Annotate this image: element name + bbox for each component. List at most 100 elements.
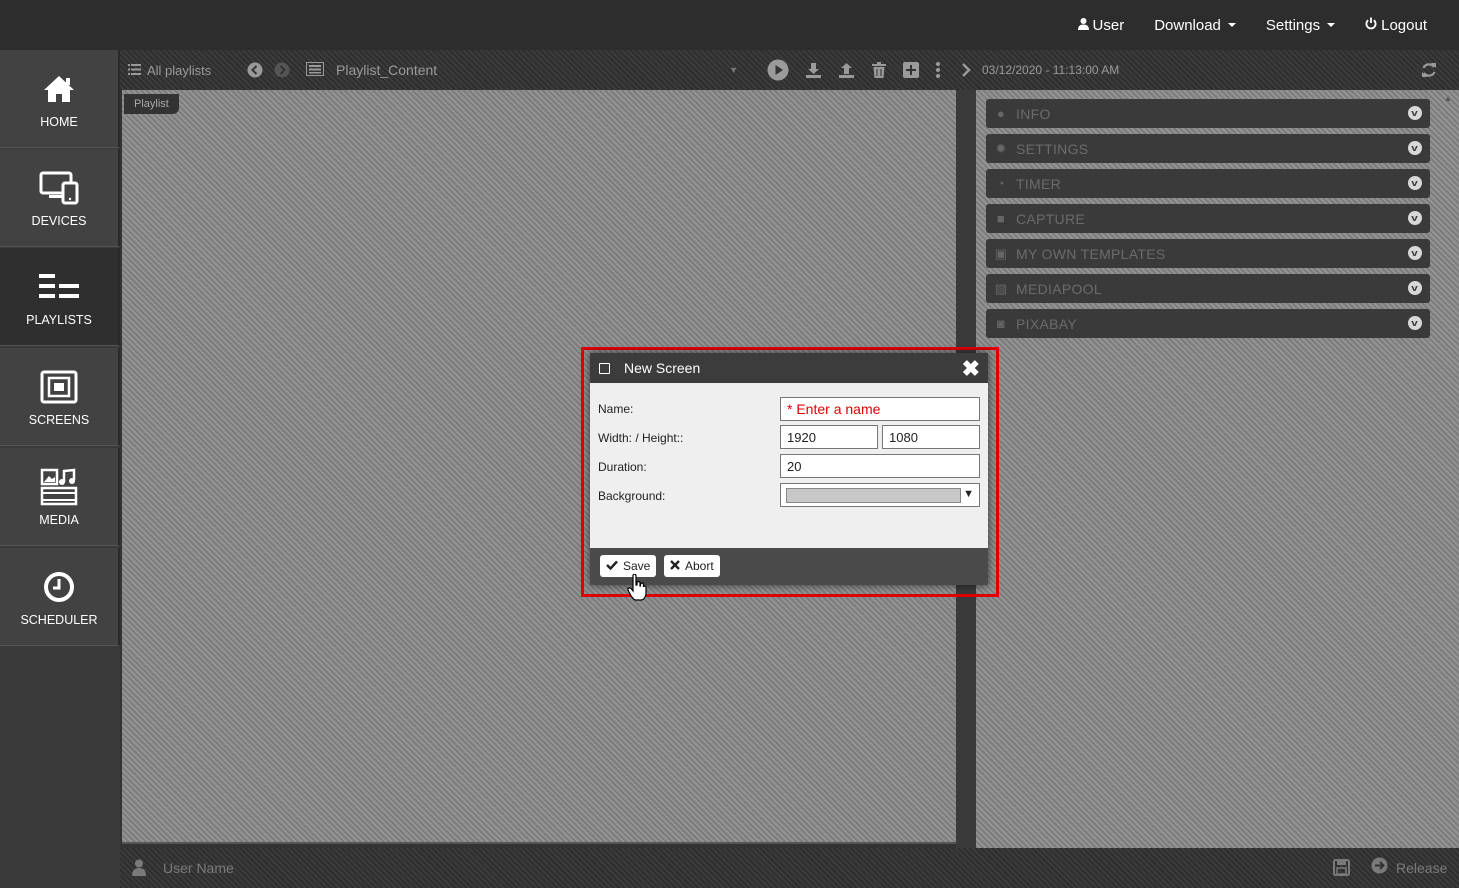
save-label: Save (623, 559, 651, 573)
sidebar-item-label: HOME (40, 114, 78, 129)
logout-button[interactable]: Logout (1365, 17, 1427, 34)
timer-icon: ◔ (996, 176, 1006, 191)
top-bar: User Download Settings Logout (0, 0, 1459, 50)
abort-label: Abort (685, 559, 714, 573)
sidebar-item-devices[interactable]: DEVICES (0, 149, 120, 247)
upload-icon[interactable] (837, 61, 855, 79)
play-icon[interactable] (766, 58, 790, 82)
media-icon (39, 467, 79, 507)
sidebar-item-label: SCREENS (28, 412, 90, 427)
forward-icon[interactable] (273, 61, 291, 79)
sidebar-item-playlists[interactable]: PLAYLISTS (0, 248, 120, 346)
user-name: User Name (163, 860, 234, 876)
section-timer[interactable]: ◔ TIMER v (986, 169, 1430, 198)
section-pixabay[interactable]: ◙ PIXABAY v (986, 309, 1430, 338)
trash-icon[interactable] (870, 61, 888, 79)
save-icon[interactable] (1333, 859, 1350, 881)
playlist-toolbar: All playlists Playlist_Content ▼ 03/12/2… (120, 50, 1459, 90)
sidebar-item-home[interactable]: HOME (0, 50, 120, 148)
chevron-down-icon: v (1408, 106, 1422, 120)
add-icon[interactable] (902, 61, 920, 79)
user-menu[interactable]: User (1077, 16, 1125, 34)
settings-menu[interactable]: Settings (1265, 16, 1336, 34)
section-mediapool[interactable]: ▨ MEDIAPOOL v (986, 274, 1430, 303)
timestamp: 03/12/2020 - 11:13:00 AM (982, 63, 1120, 77)
chevron-down-icon: ▼ (729, 65, 738, 75)
chevron-down-icon: v (1408, 281, 1422, 295)
logout-label: Logout (1381, 16, 1427, 34)
bottom-bar: User Name Release (120, 848, 1459, 888)
user-menu-label: User (1092, 16, 1125, 34)
chevron-right-icon[interactable] (957, 61, 975, 79)
width-input[interactable] (780, 425, 878, 449)
checkmark-icon (606, 559, 618, 573)
section-settings[interactable]: ✹ SETTINGS v (986, 134, 1430, 163)
chevron-down-icon: v (1408, 211, 1422, 225)
all-playlists-label: All playlists (147, 62, 212, 78)
download-menu[interactable]: Download (1154, 17, 1236, 34)
release-button[interactable]: Release (1371, 848, 1447, 888)
section-label: MEDIAPOOL (1016, 280, 1102, 297)
clock-icon (39, 567, 79, 607)
new-screen-dialog: New Screen ✖ Name: Width: / Height:: Dur… (590, 353, 988, 585)
sidebar-item-label: DEVICES (31, 213, 87, 228)
background-color-select[interactable]: ▼ (780, 483, 980, 507)
more-icon[interactable] (929, 61, 947, 79)
section-label: PIXABAY (1016, 315, 1077, 332)
caret-down-icon (1227, 23, 1236, 27)
hand-cursor-icon (627, 573, 647, 602)
sidebar-item-label: PLAYLISTS (26, 312, 92, 327)
info-icon: ● (996, 106, 1006, 121)
section-my-own-templates[interactable]: ▣ MY OWN TEMPLATES v (986, 239, 1430, 268)
home-icon (39, 69, 79, 109)
dropdown-arrow-icon: ▼ (963, 488, 974, 500)
user-icon (1077, 17, 1089, 34)
templates-icon: ▣ (994, 245, 1008, 261)
name-label: Name: (598, 402, 634, 416)
power-icon (1365, 17, 1377, 34)
image-icon: ▨ (994, 280, 1008, 296)
chevron-down-icon: v (1408, 141, 1422, 155)
close-icon[interactable]: ✖ (962, 356, 980, 382)
photo-camera-icon: ◙ (996, 316, 1006, 331)
right-panel-scroll-arrow[interactable]: ▲ (1444, 94, 1452, 103)
back-icon[interactable] (246, 61, 264, 79)
dialog-title: New Screen (624, 360, 701, 376)
window-icon (599, 362, 610, 374)
settings-menu-label: Settings (1265, 16, 1321, 34)
section-label: SETTINGS (1016, 140, 1089, 157)
playlist-icon (306, 61, 324, 79)
release-label: Release (1396, 860, 1448, 876)
dialog-footer: Save Abort (590, 548, 988, 585)
background-color-swatch (786, 488, 961, 503)
chevron-down-icon: v (1408, 246, 1422, 260)
abort-button[interactable]: Abort (664, 555, 720, 577)
playlists-icon (39, 267, 79, 307)
sidebar-item-label: SCHEDULER (20, 612, 98, 627)
section-capture[interactable]: ■ CAPTURE v (986, 204, 1430, 233)
sidebar-item-scheduler[interactable]: SCHEDULER (0, 548, 120, 646)
height-input[interactable] (882, 425, 980, 449)
name-input[interactable] (780, 397, 980, 421)
refresh-icon[interactable] (1420, 61, 1438, 79)
screens-icon (39, 367, 79, 407)
download-icon[interactable] (804, 61, 822, 79)
section-label: CAPTURE (1016, 210, 1085, 227)
all-playlists-button[interactable]: All playlists (128, 50, 211, 90)
sidebar: HOME DEVICES PLAYLISTS SCREENS MEDIA SCH… (0, 50, 120, 888)
playlist-name: Playlist_Content (336, 62, 438, 78)
duration-label: Duration: (598, 460, 647, 474)
sidebar-item-media[interactable]: MEDIA (0, 448, 120, 546)
section-info[interactable]: ● INFO v (986, 99, 1430, 128)
sidebar-item-screens[interactable]: SCREENS (0, 348, 120, 446)
gear-icon: ✹ (995, 140, 1007, 156)
duration-input[interactable] (780, 454, 980, 478)
devices-icon (39, 168, 79, 208)
playlist-tab[interactable]: Playlist (124, 94, 179, 114)
playlist-select[interactable]: Playlist_Content ▼ (306, 50, 742, 90)
arrow-right-circle-icon (1371, 857, 1388, 879)
dialog-header[interactable]: New Screen ✖ (590, 353, 988, 383)
top-nav: User Download Settings Logout (1077, 0, 1427, 50)
chevron-down-icon: v (1408, 316, 1422, 330)
camera-icon: ■ (996, 211, 1006, 226)
